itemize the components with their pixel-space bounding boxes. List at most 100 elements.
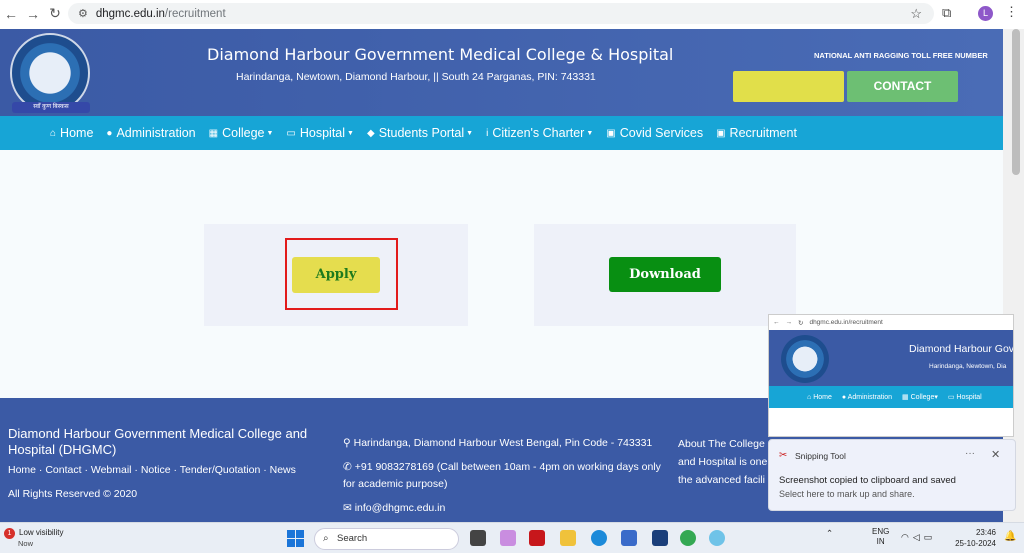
bookmark-star-icon[interactable]: ☆ [910, 6, 922, 22]
footer-email-text: info@dhgmc.edu.in [354, 502, 446, 514]
preview-nav-label: Administration [847, 393, 893, 401]
footer-phone: ✆ +91 9083278169 (Call between 10am - 4p… [343, 459, 663, 493]
url-host: dhgmc.edu.in [95, 7, 165, 20]
more-options-icon[interactable]: ··· [965, 448, 975, 459]
dell-icon[interactable] [652, 530, 668, 546]
system-tray-icons[interactable]: ◠◁▭ [901, 532, 936, 543]
nav-label: Administration [116, 126, 196, 140]
preview-nav-item: ▦ College▾ [902, 394, 938, 401]
nav-label: College [222, 126, 265, 140]
nav-label: Students Portal [378, 126, 465, 140]
address-bar[interactable]: ⚙ dhgmc.edu.in/recruitment ☆ [68, 3, 934, 24]
clock-date: 25-10-2024 [955, 539, 996, 548]
nav-item-citizens-charter[interactable]: i Citizen's Charter ▼ [486, 126, 593, 140]
taskbar-clock[interactable]: 23:46 25-10-2024 [952, 527, 996, 549]
nav-item-hospital[interactable]: ▭ Hospital ▼ [286, 126, 354, 140]
apply-button[interactable]: Apply [292, 257, 380, 293]
back-arrow-icon[interactable]: ← [0, 6, 22, 22]
yellow-header-button[interactable] [733, 71, 844, 102]
notification-badge: 1 [4, 528, 15, 539]
scrollbar-thumb[interactable] [1012, 29, 1020, 175]
file-explorer-icon[interactable] [560, 530, 576, 546]
nav-item-administration[interactable]: ● Administration [106, 126, 195, 140]
footer-copyright: All Rights Reserved © 2020 [8, 488, 138, 500]
taskbar-search[interactable]: ⌕ Search [314, 528, 459, 550]
user-icon: ● [106, 127, 113, 139]
site-header: स्वाँ कुण बिस्कस Diamond Harbour Governm… [0, 29, 1003, 116]
hospital-icon: ▭ [286, 127, 296, 139]
graduation-cap-icon: ◆ [366, 127, 375, 139]
store-icon[interactable] [621, 530, 637, 546]
preview-browser-bar: ← → ↻ dhgmc.edu.in/recruitment [769, 315, 1013, 330]
nav-label: Citizen's Charter [492, 126, 585, 140]
footer-email[interactable]: ✉ info@dhgmc.edu.in [343, 500, 445, 517]
edge-browser-icon[interactable] [591, 530, 607, 546]
back-arrow-icon: ← [773, 319, 780, 326]
weather-widget[interactable]: 1 Low visibility [4, 528, 84, 539]
preview-nav-item: ▭ Hospital [947, 394, 982, 401]
notification-bell-icon[interactable]: 🔔 [1004, 531, 1016, 542]
wifi-icon: ◠ [901, 532, 913, 542]
preview-logo [781, 335, 829, 383]
clock-time: 23:46 [975, 528, 996, 537]
preview-nav-label: Home [813, 393, 832, 401]
footer-links[interactable]: Home · Contact · Webmail · Notice · Tend… [8, 464, 296, 476]
preview-nav: ⌂ Home ● Administration ▦ College▾ ▭ Hos… [769, 386, 1013, 408]
reload-icon[interactable]: ↻ [44, 5, 66, 22]
college-logo[interactable] [10, 33, 90, 113]
forward-arrow-icon[interactable]: → [22, 6, 44, 22]
language-indicator[interactable]: ENG IN [872, 527, 889, 547]
nav-item-covid-services[interactable]: ▣ Covid Services [606, 126, 703, 140]
nav-item-recruitment[interactable]: ▣ Recruitment [716, 126, 797, 140]
forward-arrow-icon: → [785, 319, 793, 326]
footer-title: Diamond Harbour Government Medical Colle… [8, 426, 308, 457]
chrome-icon[interactable] [680, 530, 696, 546]
browser-menu-icon[interactable]: ⋮ [1005, 4, 1018, 20]
caret-down-icon: ▼ [347, 129, 354, 137]
url-path: /recruitment [164, 7, 226, 20]
footer-address: ⚲ Harindanga, Diamond Harbour West Benga… [343, 435, 652, 452]
phone-icon: ✆ [343, 461, 355, 473]
envelope-icon: ✉ [343, 502, 355, 514]
caret-down-icon: ▼ [586, 129, 594, 137]
contact-button[interactable]: CONTACT [847, 71, 958, 102]
nav-item-students-portal[interactable]: ◆ Students Portal ▼ [367, 126, 473, 140]
snipping-tool-notification[interactable]: ✂ Snipping Tool ··· ✕ Screenshot copied … [768, 439, 1016, 511]
college-address: Harindanga, Newtown, Diamond Harbour, ||… [236, 71, 596, 83]
caret-down-icon: ▼ [266, 129, 274, 137]
pdf-reader-icon[interactable] [529, 530, 545, 546]
battery-icon: ▭ [923, 532, 937, 542]
canva-icon[interactable] [709, 530, 725, 546]
weather-subtitle: Now [18, 539, 34, 548]
preview-nav-label: College [910, 394, 935, 401]
file-icon[interactable] [470, 530, 486, 546]
snipping-tool-icon: ✂ [779, 450, 788, 461]
profile-avatar[interactable]: L [978, 6, 993, 21]
copilot-icon[interactable] [500, 530, 516, 546]
download-button[interactable]: Download [609, 257, 721, 292]
nav-item-home[interactable]: ⌂ Home [50, 126, 93, 140]
info-icon: i [486, 127, 489, 139]
map-pin-icon: ⚲ [343, 437, 354, 449]
toast-app-name: Snipping Tool [795, 451, 846, 461]
footer-address-text: Harindanga, Diamond Harbour West Bengal,… [353, 437, 653, 449]
anti-ragging-ticker: NATIONAL ANTI RAGGING TOLL FREE NUMBER [814, 51, 988, 60]
search-placeholder: Search [337, 533, 368, 544]
nav-item-college[interactable]: ▦ College ▼ [209, 126, 274, 140]
extensions-icon[interactable]: ⧉ [942, 5, 951, 21]
windows-taskbar: 1 Low visibility Now ⌕ Search ⌃ ENG IN ◠◁▭ … [0, 522, 1024, 553]
preview-nav-label: Hospital [956, 394, 982, 401]
building-icon: ▦ [208, 127, 219, 139]
toast-message: Screenshot copied to clipboard and saved [779, 475, 956, 486]
preview-header: Diamond Harbour Gov Harindanga, Newtown,… [769, 330, 1013, 386]
preview-nav-item: ⌂ Home [807, 393, 832, 401]
site-info-icon[interactable]: ⚙ [78, 7, 88, 20]
tray-chevron-icon[interactable]: ⌃ [826, 528, 833, 539]
windows-start-icon[interactable] [287, 530, 304, 547]
college-name: Diamond Harbour Government Medical Colle… [207, 45, 674, 64]
footer-about: About The College and Hospital is one th… [678, 438, 768, 486]
close-icon[interactable]: ✕ [991, 448, 1000, 461]
download-icon: ▣ [716, 127, 726, 139]
screenshot-preview[interactable]: ← → ↻ dhgmc.edu.in/recruitment Diamond Harb… [768, 314, 1014, 437]
logo-ribbon: स्वाँ कुण बिस्कस [12, 102, 90, 113]
